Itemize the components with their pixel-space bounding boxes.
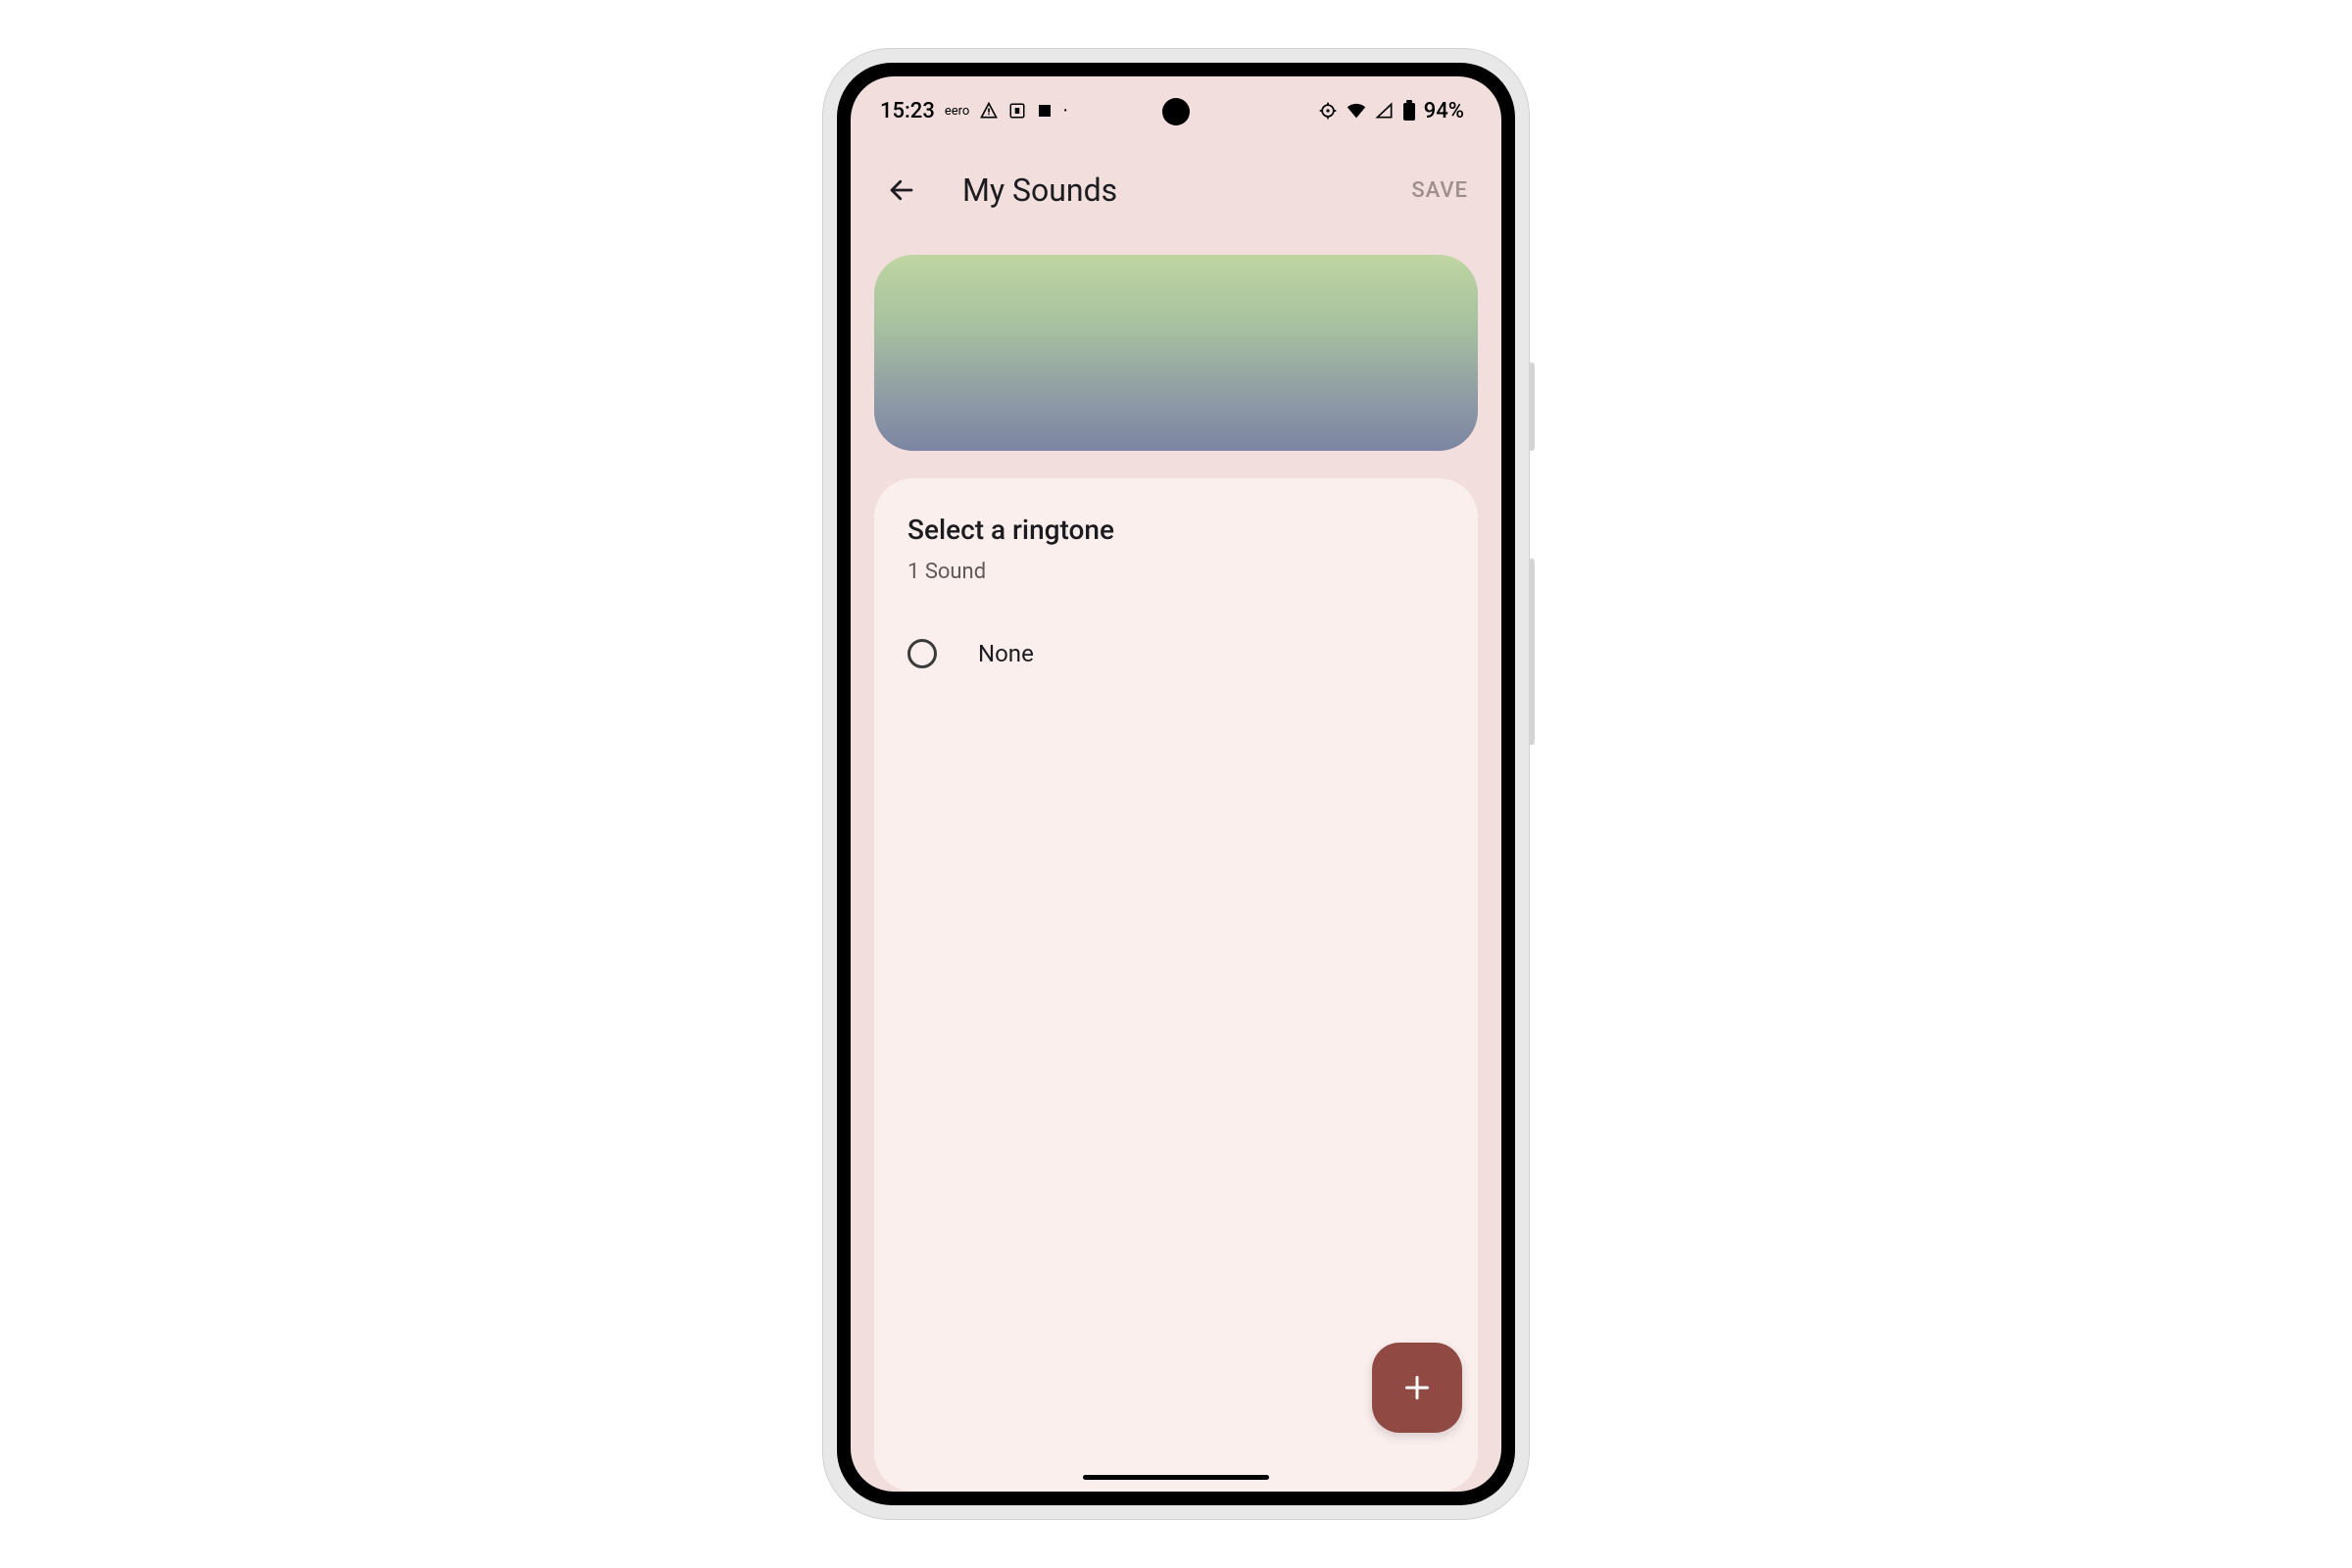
back-button[interactable]	[880, 169, 923, 212]
volume-button	[1529, 559, 1535, 745]
battery-icon	[1402, 100, 1416, 122]
phone-frame: 15:23 eero •	[823, 49, 1529, 1519]
square-icon	[1036, 102, 1054, 120]
ringtone-label: None	[978, 640, 1034, 667]
plus-icon	[1399, 1370, 1435, 1405]
save-button[interactable]: SAVE	[1407, 171, 1472, 211]
power-button	[1529, 363, 1535, 451]
content-area: Select a ringtone 1 Sound None	[851, 235, 1501, 1492]
status-carrier: eero	[945, 104, 969, 119]
list-subheading: 1 Sound	[907, 560, 1445, 584]
arrow-left-icon	[887, 175, 916, 205]
status-time: 15:23	[880, 99, 935, 123]
list-heading: Select a ringtone	[907, 514, 1445, 546]
dot-icon: •	[1063, 106, 1067, 117]
location-icon	[1318, 101, 1338, 121]
ringtone-item-none[interactable]: None	[907, 639, 1445, 668]
wifi-icon	[1346, 100, 1367, 122]
app-bar: My Sounds SAVE	[851, 145, 1501, 235]
signal-icon	[1375, 101, 1395, 121]
radio-unchecked-icon	[907, 639, 937, 668]
app-notification-icon	[1008, 102, 1026, 120]
warning-icon	[979, 101, 999, 121]
status-left: 15:23 eero •	[880, 99, 1067, 123]
front-camera	[1162, 98, 1190, 125]
hero-gradient-card	[874, 255, 1478, 451]
page-title: My Sounds	[962, 172, 1407, 209]
battery-percentage: 94%	[1424, 99, 1464, 123]
add-sound-fab[interactable]	[1372, 1343, 1462, 1433]
phone-bezel: 15:23 eero •	[837, 63, 1515, 1505]
screen: 15:23 eero •	[851, 76, 1501, 1492]
ringtone-list-card: Select a ringtone 1 Sound None	[874, 478, 1478, 1492]
gesture-nav-bar[interactable]	[1083, 1475, 1269, 1480]
status-right: 94%	[1318, 99, 1464, 123]
